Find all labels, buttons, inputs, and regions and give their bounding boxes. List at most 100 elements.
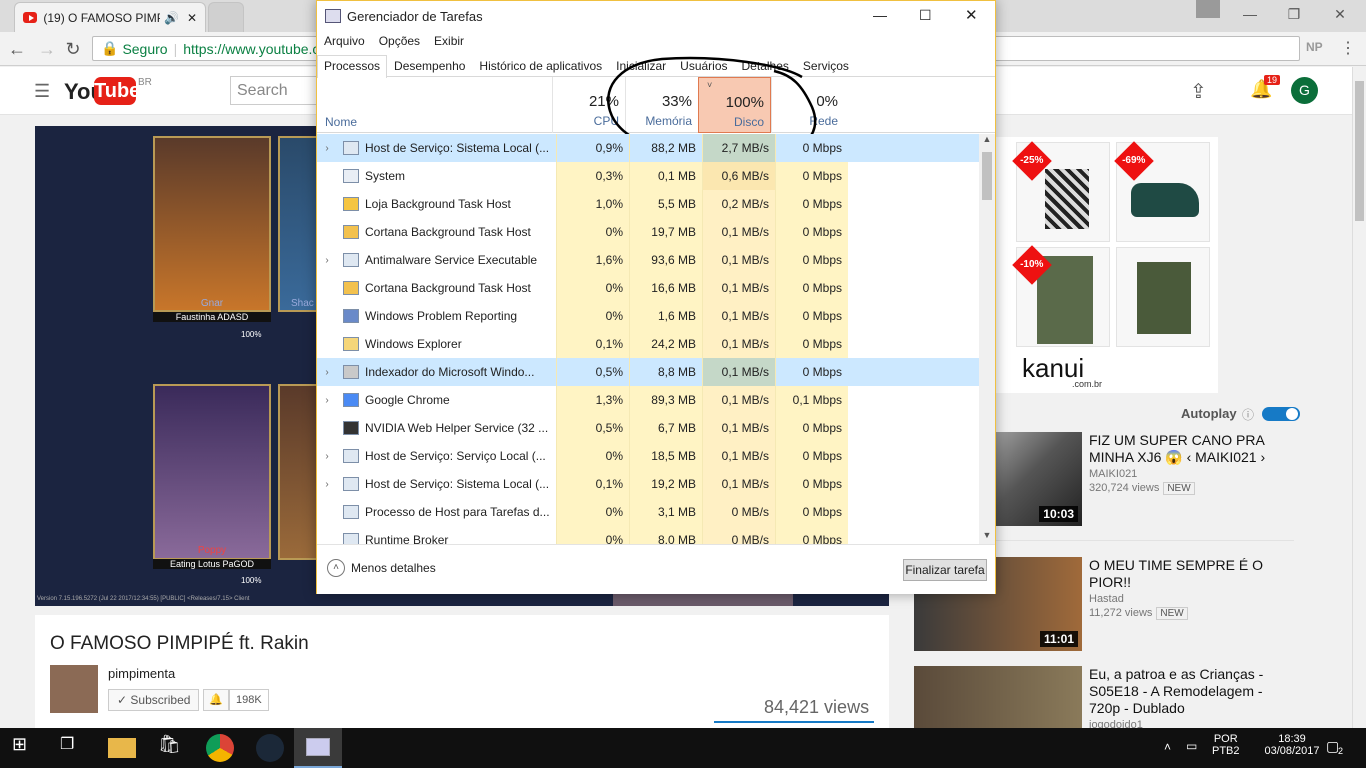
steam-icon[interactable] (256, 734, 284, 762)
menu-arquivo[interactable]: Arquivo (317, 32, 372, 52)
process-row[interactable]: Runtime Broker 0% 8,0 MB 0 MB/s 0 Mbps (317, 526, 979, 544)
process-row[interactable]: Processo de Host para Tarefas d... 0% 3,1 … (317, 498, 979, 526)
process-disk: 0,1 MB/s (702, 330, 775, 358)
process-row[interactable]: Windows Problem Reporting 0% 1,6 MB 0,1 MB/… (317, 302, 979, 330)
menu-opcoes[interactable]: Opções (372, 32, 427, 52)
chrome-icon[interactable] (206, 734, 234, 762)
process-row[interactable]: › Antimalware Service Executable 1,6% 93,6 … (317, 246, 979, 274)
process-name: System (365, 169, 406, 183)
expand-chevron-icon[interactable]: › (317, 367, 337, 378)
hamburger-icon[interactable]: ☰ (34, 81, 50, 102)
video-frame-detail (613, 592, 793, 606)
process-row[interactable]: System 0,3% 0,1 MB 0,6 MB/s 0 Mbps (317, 162, 979, 190)
process-row[interactable]: Windows Explorer 0,1% 24,2 MB 0,1 MB/s 0 Mbp… (317, 330, 979, 358)
expand-chevron-icon[interactable]: › (317, 479, 337, 490)
sidebar-ad[interactable]: ⓘ✕ -25% -69% -10% kanui .com.br (996, 137, 1218, 393)
rec-title-2[interactable]: O MEU TIME SEMPRE É O PIOR!! (1089, 557, 1279, 591)
menu-icon[interactable]: ⋮ (1340, 38, 1356, 58)
recommendation-item-3[interactable]: Eu, a patroa e as Crianças - S05E18 - A … (914, 666, 1314, 728)
process-cpu: 1,0% (556, 190, 629, 218)
process-name: Runtime Broker (365, 533, 449, 544)
process-memory: 18,5 MB (629, 442, 702, 470)
yt-logo-tube[interactable]: Tube (94, 77, 140, 105)
process-row[interactable]: Cortana Background Task Host 0% 19,7 MB 0,1… (317, 218, 979, 246)
avatar[interactable]: G (1291, 77, 1318, 104)
player-name-2: Eating Lotus PaGOD (153, 559, 271, 569)
champion-card-4 (278, 384, 318, 560)
rec-title-3[interactable]: Eu, a patroa e as Crianças - S05E18 - A … (1089, 666, 1279, 717)
process-row[interactable]: › Host de Serviço: Sistema Local (... 0,9%… (317, 134, 979, 162)
store-icon[interactable]: 🛍 (158, 734, 186, 762)
lock-icon: 🔒 (101, 40, 119, 56)
new-badge-2: NEW (1156, 607, 1188, 620)
expand-chevron-icon[interactable]: › (317, 255, 337, 266)
process-list: › Host de Serviço: Sistema Local (... 0,9%… (317, 134, 979, 544)
tab-desempenho[interactable]: Desempenho (387, 55, 472, 76)
clock[interactable]: 18:39 03/08/2017 (1262, 733, 1322, 757)
minimize-icon[interactable]: — (1230, 4, 1270, 24)
autoplay-toggle[interactable] (1262, 407, 1300, 421)
process-network: 0 Mbps (775, 218, 848, 246)
process-cpu: 0,1% (556, 470, 629, 498)
rec-title[interactable]: FIZ UM SUPER CANO PRA MINHA XJ6 😱 ‹ MAIK… (1089, 432, 1279, 466)
process-memory: 19,2 MB (629, 470, 702, 498)
expand-chevron-icon[interactable]: › (317, 143, 337, 154)
process-row[interactable]: › Indexador do Microsoft Windo... 0,5% 8,8 … (317, 358, 979, 386)
task-view-icon[interactable]: ❐ (60, 734, 88, 762)
tm-footer: ˄ Menos detalhes Finalizar tarefa (317, 544, 995, 594)
tab-close-icon[interactable]: ✕ (187, 11, 197, 25)
process-memory: 19,7 MB (629, 218, 702, 246)
channel-name[interactable]: pimpimenta (108, 666, 175, 681)
process-row[interactable]: › Host de Serviço: Serviço Local (... 0% 18… (317, 442, 979, 470)
forward-icon[interactable]: → (36, 38, 58, 60)
process-memory: 1,6 MB (629, 302, 702, 330)
process-cpu: 1,6% (556, 246, 629, 274)
chevron-up-icon[interactable]: ˄ (327, 559, 345, 577)
process-network: 0 Mbps (775, 274, 848, 302)
user-profile-icon[interactable] (1196, 0, 1220, 18)
file-explorer-icon[interactable] (108, 738, 136, 758)
less-details-link[interactable]: Menos detalhes (351, 561, 436, 575)
tm-scrollbar[interactable]: ▲ ▼ (979, 134, 995, 544)
end-task-button[interactable]: Finalizar tarefa (903, 559, 987, 581)
start-windows-icon[interactable]: ⊞ (12, 734, 40, 762)
upload-icon[interactable]: ⇪ (1190, 79, 1207, 104)
notification-bell-icon[interactable]: 🔔 (203, 689, 229, 711)
task-manager-taskbar-button[interactable] (294, 728, 342, 768)
restore-icon[interactable]: ❐ (1274, 4, 1314, 24)
info-icon[interactable]: ⓘ (1242, 406, 1254, 423)
process-row[interactable]: › Google Chrome 1,3% 89,3 MB 0,1 MB/s 0,1 Mbp… (317, 386, 979, 414)
page-scrollbar[interactable] (1352, 67, 1366, 728)
tm-maximize-icon[interactable]: ☐ (919, 7, 932, 24)
process-row[interactable]: NVIDIA Web Helper Service (32 ... 0,5% 6,7… (317, 414, 979, 442)
close-icon[interactable]: ✕ (1320, 4, 1360, 24)
reload-icon[interactable]: ↻ (62, 38, 84, 60)
browser-tab-youtube[interactable]: (19) O FAMOSO PIMP 🔊 ✕ (14, 2, 206, 32)
expand-chevron-icon[interactable]: › (317, 395, 337, 406)
action-center-count: 2 (1338, 746, 1344, 756)
process-row[interactable]: › Host de Serviço: Sistema Local (... 0,1%… (317, 470, 979, 498)
process-name: Windows Problem Reporting (365, 309, 518, 323)
channel-avatar[interactable] (50, 665, 98, 713)
profile-extension[interactable]: NP (1306, 40, 1323, 54)
subscribed-button[interactable]: ✓ Subscribed (108, 689, 200, 711)
language-indicator[interactable]: POR PTB2 (1212, 733, 1240, 757)
ad-product-shorts[interactable] (1116, 247, 1210, 347)
tm-minimize-icon[interactable]: — (873, 7, 887, 23)
column-name[interactable]: Nome (325, 115, 357, 129)
tray-chevron-icon[interactable]: ˄ (1164, 740, 1171, 754)
process-row[interactable]: Loja Background Task Host 1,0% 5,5 MB 0,2 M… (317, 190, 979, 218)
tab-processos[interactable]: Processos (317, 55, 388, 78)
tm-close-icon[interactable]: ✕ (965, 6, 978, 24)
expand-chevron-icon[interactable]: › (317, 451, 337, 462)
rec-views: 320,724 views (1089, 482, 1160, 494)
process-name: Cortana Background Task Host (365, 225, 531, 239)
process-row[interactable]: Cortana Background Task Host 0% 16,6 MB 0,1… (317, 274, 979, 302)
menu-exibir[interactable]: Exibir (427, 32, 471, 52)
network-icon[interactable]: ▭ (1186, 739, 1197, 753)
back-icon[interactable]: ← (6, 38, 28, 60)
search-input[interactable]: Search (230, 76, 320, 105)
rec-thumbnail-3[interactable] (914, 666, 1082, 728)
tab-historico[interactable]: Histórico de aplicativos (472, 55, 609, 76)
new-tab-button[interactable] (208, 2, 244, 32)
